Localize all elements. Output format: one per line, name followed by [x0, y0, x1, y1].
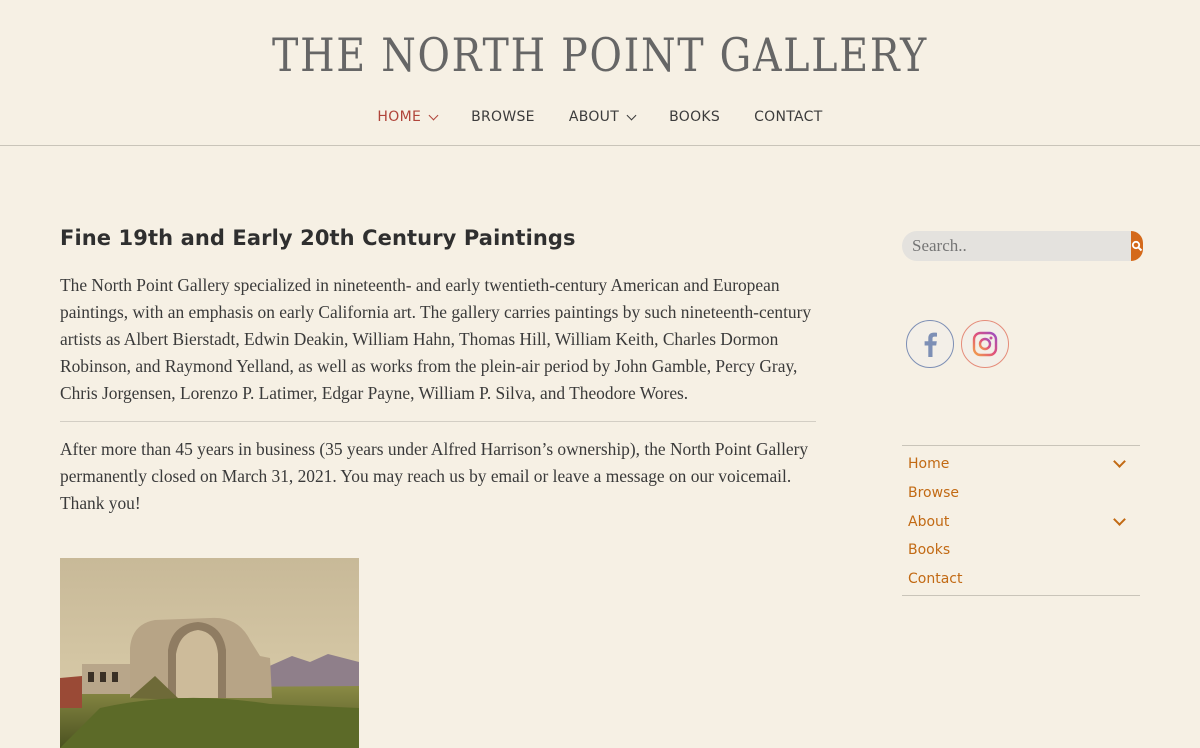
site-header: THE NORTH POINT GALLERY HOME BROWSE ABOU…: [0, 0, 1200, 146]
nav-item-browse[interactable]: BROWSE: [471, 109, 535, 125]
search-input[interactable]: [902, 231, 1131, 261]
facebook-icon: [924, 332, 937, 357]
sidebar-menu: Home Browse About Books Contact: [902, 445, 1140, 597]
search-icon: [1131, 240, 1143, 252]
chevron-down-icon: [428, 110, 439, 120]
social-links: [906, 320, 1016, 368]
intro-paragraph: The North Point Gallery specialized in n…: [60, 275, 812, 403]
search-button[interactable]: [1131, 231, 1143, 261]
nav-home-label: HOME: [377, 109, 422, 125]
instagram-link[interactable]: [961, 320, 1009, 368]
nav-item-about[interactable]: ABOUT: [568, 109, 637, 125]
nav-contact-label: CONTACT: [754, 109, 823, 125]
sidebar-item-label: About: [908, 513, 950, 530]
featured-painting-image[interactable]: [60, 558, 359, 748]
chevron-down-icon[interactable]: [1113, 512, 1126, 526]
sidebar-item-label: Contact: [908, 571, 963, 588]
nav-item-contact[interactable]: CONTACT: [754, 109, 823, 125]
closing-paragraph: After more than 45 years in business (35…: [60, 439, 809, 513]
nav-browse-label: BROWSE: [471, 109, 535, 125]
page-title: Fine 19th and Early 20th Century Paintin…: [60, 226, 576, 250]
sidebar-item-home[interactable]: Home: [902, 450, 1140, 479]
main-content: Fine 19th and Early 20th Century Paintin…: [60, 226, 820, 517]
sidebar-item-contact[interactable]: Contact: [902, 565, 1140, 594]
facebook-link[interactable]: [906, 320, 954, 368]
search-form: [902, 231, 1143, 261]
nav-item-home[interactable]: HOME: [377, 109, 439, 125]
nav-item-books[interactable]: BOOKS: [669, 109, 720, 125]
nav-books-label: BOOKS: [669, 109, 721, 125]
sidebar-item-label: Browse: [908, 485, 959, 502]
painting-illustration: [60, 558, 359, 748]
chevron-down-icon[interactable]: [1113, 455, 1126, 469]
sidebar: Home Browse About Books Contact: [902, 231, 1143, 597]
sidebar-item-label: Home: [908, 456, 950, 473]
sidebar-item-about[interactable]: About: [902, 507, 1140, 536]
sidebar-item-browse[interactable]: Browse: [902, 479, 1140, 508]
chevron-down-icon: [626, 110, 637, 120]
nav-about-label: ABOUT: [568, 109, 620, 125]
site-title[interactable]: THE NORTH POINT GALLERY: [84, 28, 1116, 82]
instagram-icon: [972, 331, 998, 357]
sidebar-item-label: Books: [908, 542, 951, 559]
divider: [60, 421, 816, 422]
sidebar-item-books[interactable]: Books: [902, 536, 1140, 565]
main-nav: HOME BROWSE ABOUT BOOKS CONTACT: [0, 109, 1200, 125]
